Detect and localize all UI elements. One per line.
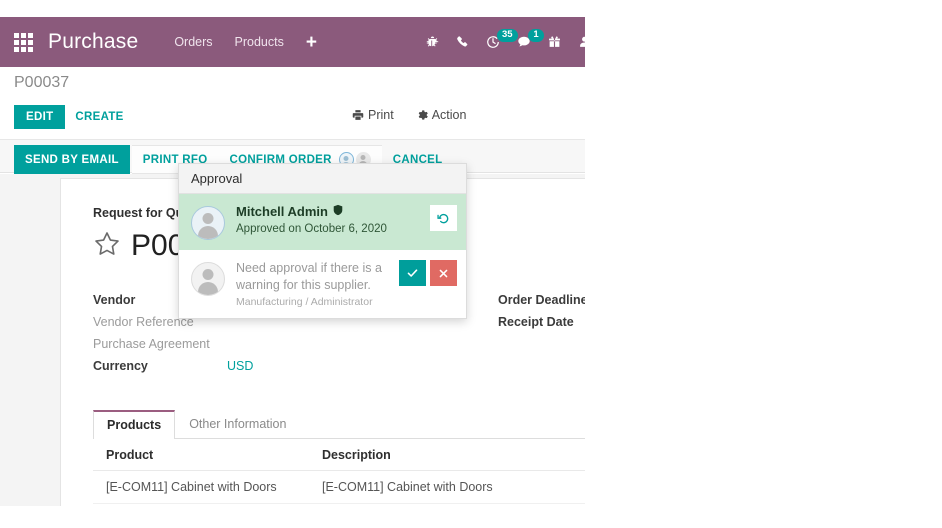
approval-pending-role: Manufacturing / Administrator [236, 296, 456, 308]
create-button[interactable]: CREATE [65, 105, 133, 129]
field-value-currency[interactable]: USD [227, 359, 253, 373]
gear-icon [416, 109, 428, 121]
page-title: P00 [131, 229, 184, 263]
breadcrumb[interactable]: P00037 [14, 74, 69, 92]
approve-button[interactable] [399, 260, 426, 286]
form-title-row: P00 [93, 229, 184, 263]
avatar [191, 262, 225, 296]
field-purchase-agreement: Purchase Agreement [93, 337, 294, 359]
approval-row-approved: Mitchell Admin Approved on October 6, 20… [179, 194, 466, 250]
close-icon [438, 268, 449, 279]
shield-icon [333, 204, 343, 219]
reject-button[interactable] [430, 260, 457, 286]
approver-name: Mitchell Admin [236, 204, 328, 219]
approval-pending-text: Need approval if there is a warning for … [236, 260, 388, 293]
approval-popover: Approval Mitchell Admin Approved on Octo… [178, 163, 467, 319]
nav-menu-products[interactable]: Products [235, 35, 284, 49]
field-receipt-date: Receipt Date [498, 315, 585, 337]
field-label-purchase-agreement: Purchase Agreement [93, 337, 227, 351]
approval-pending-actions [399, 260, 457, 286]
field-currency: Currency USD [93, 359, 294, 381]
form-subtitle: Request for Quo [93, 206, 191, 220]
check-icon [406, 267, 419, 279]
top-navbar: Purchase Orders Products + 35 [0, 17, 585, 67]
action-button[interactable]: Action [416, 108, 467, 122]
approval-status-text: Approved on October 6, 2020 [236, 223, 456, 235]
clock-icon[interactable]: 35 [486, 35, 500, 49]
odoo-app-viewport: Purchase Orders Products + 35 [0, 0, 585, 506]
cell-product: [E-COM11] Cabinet with Doors [106, 480, 322, 494]
app-brand-title[interactable]: Purchase [48, 30, 138, 54]
bug-icon[interactable] [426, 35, 439, 49]
approval-approved-body: Mitchell Admin Approved on October 6, 20… [236, 204, 456, 235]
edit-button[interactable]: EDIT [14, 105, 65, 129]
tab-other-information[interactable]: Other Information [175, 409, 300, 438]
approver-name-row: Mitchell Admin [236, 204, 456, 219]
field-label-currency: Currency [93, 359, 227, 373]
clock-badge: 35 [497, 29, 518, 42]
cell-description: [E-COM11] Cabinet with Doors [322, 480, 572, 494]
notebook-tabs: Products Other Information [93, 409, 585, 439]
chat-badge: 1 [528, 29, 544, 42]
control-panel-actions: Print Action [352, 108, 488, 122]
tab-products[interactable]: Products [93, 410, 175, 439]
revert-icon[interactable] [430, 205, 457, 231]
column-header-product[interactable]: Product [106, 448, 322, 462]
apps-grid-icon[interactable] [12, 31, 34, 53]
phone-icon[interactable] [456, 35, 469, 49]
print-label: Print [368, 108, 394, 122]
navbar-systray: 35 1 [426, 17, 585, 67]
field-label-receipt-date: Receipt Date [498, 315, 585, 329]
approval-popover-title: Approval [179, 164, 466, 194]
nav-menu-new-icon[interactable]: + [306, 33, 317, 52]
nav-menu-orders[interactable]: Orders [174, 35, 212, 49]
notebook: Products Other Information Product Descr… [93, 409, 585, 504]
control-panel-buttons: EDIT CREATE [14, 105, 134, 129]
avatar [191, 206, 225, 240]
chat-icon[interactable]: 1 [517, 35, 531, 49]
star-icon[interactable] [93, 230, 121, 263]
approval-approved-actions [430, 205, 457, 231]
field-order-deadline: Order Deadline [498, 293, 585, 315]
gift-icon[interactable] [548, 35, 561, 49]
form-fields-right: Order Deadline Receipt Date [498, 293, 585, 337]
action-label: Action [432, 108, 467, 122]
field-label-order-deadline: Order Deadline [498, 293, 585, 307]
printer-icon [352, 109, 364, 121]
user-menu-icon[interactable] [578, 35, 585, 49]
print-button[interactable]: Print [352, 108, 394, 122]
approval-row-pending: Need approval if there is a warning for … [179, 250, 466, 318]
send-by-email-button[interactable]: SEND BY EMAIL [14, 145, 130, 174]
order-lines-header: Product Description [93, 439, 585, 471]
table-row[interactable]: [E-COM11] Cabinet with Doors [E-COM11] C… [93, 471, 585, 504]
column-header-description[interactable]: Description [322, 448, 572, 462]
